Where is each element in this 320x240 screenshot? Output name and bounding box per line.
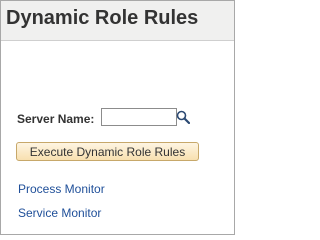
search-icon-graphic [176,110,191,125]
server-name-input[interactable] [101,108,177,126]
search-icon[interactable] [176,110,191,125]
page-title: Dynamic Role Rules [6,7,199,29]
process-monitor-link[interactable]: Process Monitor [18,182,105,196]
execute-dynamic-role-rules-button[interactable]: Execute Dynamic Role Rules [16,142,199,161]
service-monitor-link[interactable]: Service Monitor [18,206,101,220]
page-frame: Dynamic Role Rules Server Name: Execute … [0,0,235,235]
page-header: Dynamic Role Rules [1,1,234,41]
server-name-label: Server Name: [17,112,95,126]
